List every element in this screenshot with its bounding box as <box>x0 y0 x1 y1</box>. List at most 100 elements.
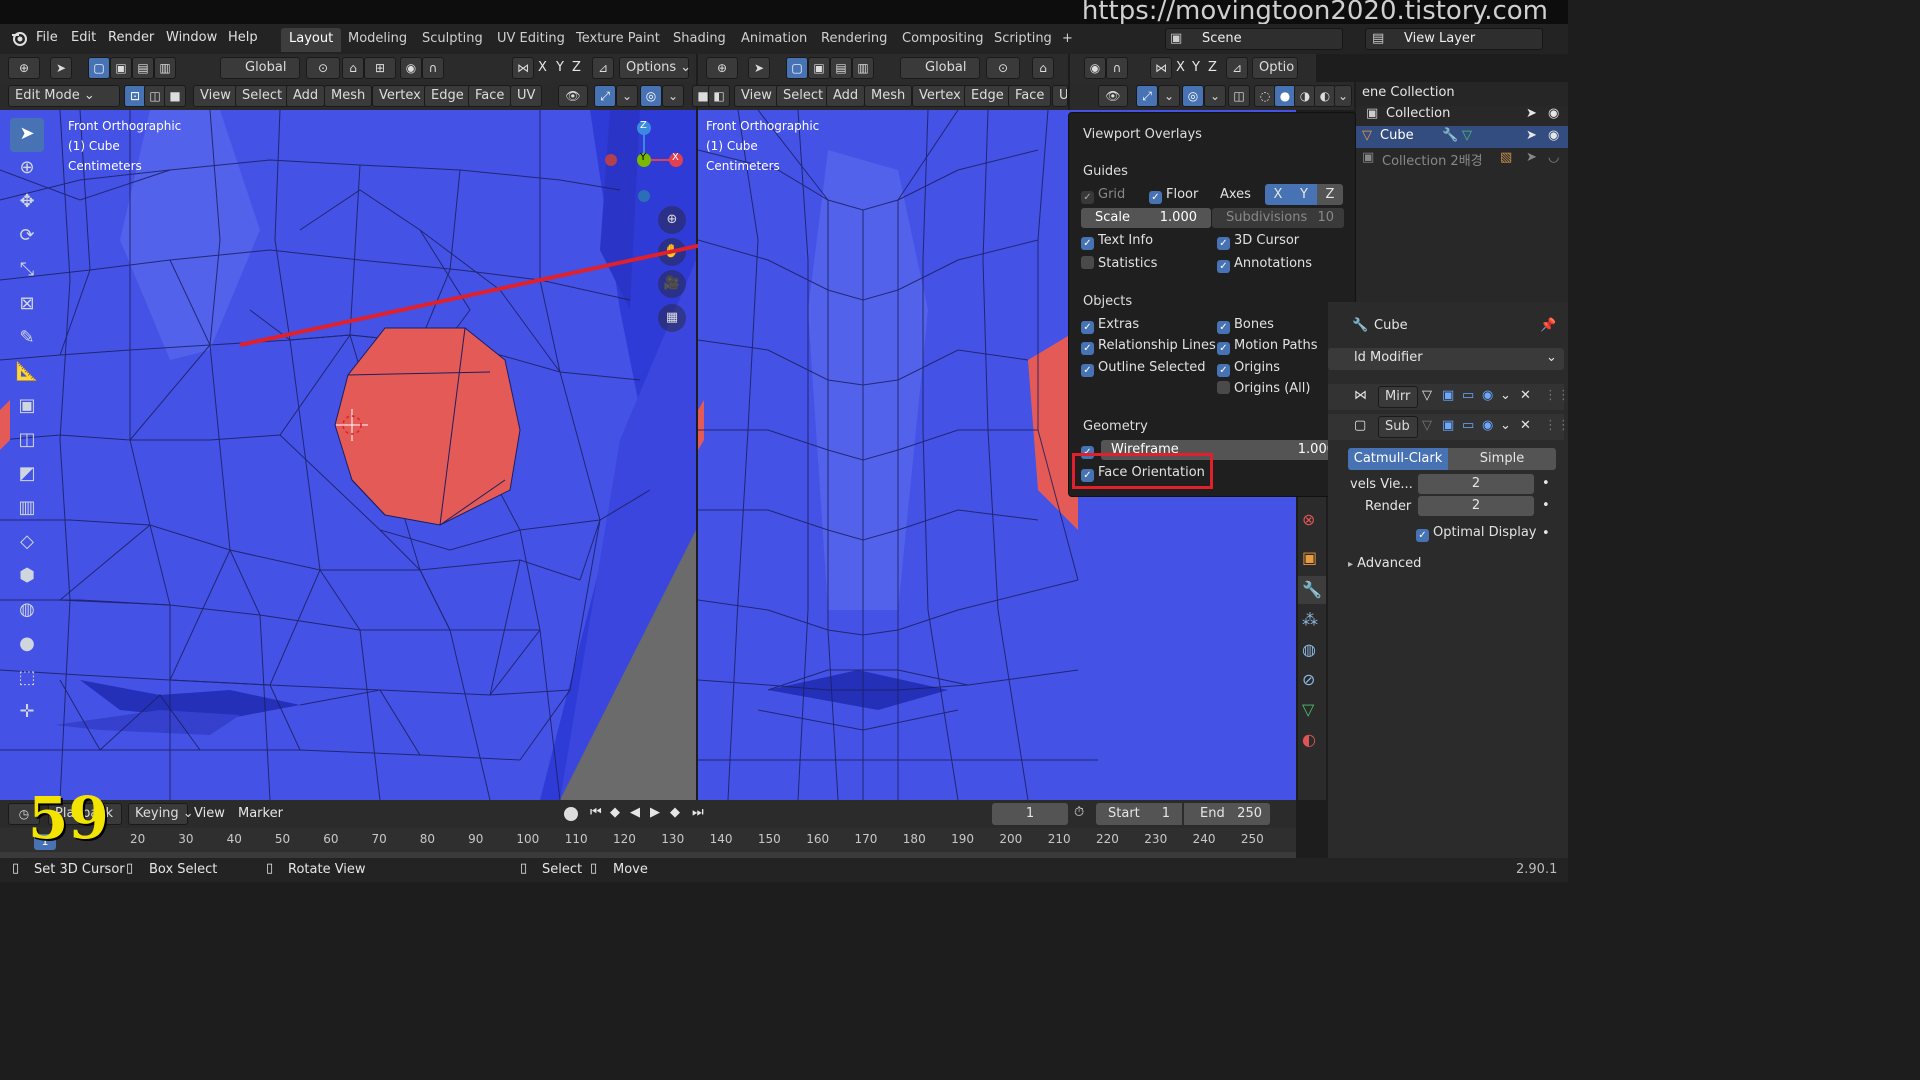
edit-mode-icon[interactable]: ▣ <box>1442 418 1454 433</box>
chevron-down-icon[interactable]: ⌄ <box>1500 418 1511 433</box>
cursor-3d-checkbox[interactable]: ✓ 3D Cursor <box>1217 233 1299 250</box>
menu-edit[interactable]: Edit <box>71 30 96 45</box>
navigation-gizmo[interactable]: Z Y X <box>600 118 690 218</box>
menu-vertex[interactable]: Vertex <box>912 85 968 107</box>
wireframe-shading-icon[interactable]: ◌ <box>1254 85 1276 107</box>
options-dropdown[interactable]: Optio <box>1252 57 1298 79</box>
mirror-z[interactable]: Z <box>572 60 581 75</box>
gizmo-dropdown-icon[interactable]: ⌄ <box>616 85 638 107</box>
material-shading-icon[interactable]: ◑ <box>1294 85 1316 107</box>
annotations-checkbox[interactable]: ✓ Annotations <box>1217 256 1312 273</box>
auto-merge-icon[interactable]: ⊿ <box>1226 57 1248 79</box>
simple-toggle[interactable]: Simple <box>1448 448 1556 470</box>
overlay-toggle-icon[interactable]: ◎ <box>1182 85 1204 107</box>
move-tool-icon[interactable]: ✥ <box>10 186 44 220</box>
select-invert-icon[interactable]: ▥ <box>852 57 874 79</box>
select-arrow-icon[interactable]: ➤ <box>1526 150 1537 165</box>
menu-face[interactable]: Face <box>1008 85 1052 107</box>
axis-x-toggle[interactable]: X <box>1265 184 1291 205</box>
extras-checkbox[interactable]: ✓ Extras <box>1081 317 1139 334</box>
mirror-y[interactable]: Y <box>556 60 564 75</box>
mirror-y[interactable]: Y <box>1192 60 1200 75</box>
measure-tool-icon[interactable]: 📐 <box>10 356 44 390</box>
menu-vertex[interactable]: Vertex <box>372 85 428 107</box>
eye-closed-icon[interactable]: ◡ <box>1548 150 1559 165</box>
face-select-alt-icon[interactable]: ◧ <box>708 85 730 107</box>
pivot-icon[interactable]: ⊙ <box>986 57 1020 79</box>
edge-select-icon[interactable]: ◫ <box>144 85 166 107</box>
eye-icon[interactable]: ◉ <box>1548 106 1559 121</box>
menu-uv[interactable]: UV <box>510 85 543 107</box>
select-arrow-icon[interactable]: ➤ <box>1526 106 1537 121</box>
render-levels-field[interactable]: 2 <box>1418 496 1534 516</box>
snap-icon[interactable]: ⌂ <box>1032 57 1054 79</box>
transform-tool-icon[interactable]: ⊠ <box>10 288 44 322</box>
data-tab-icon[interactable]: ▽ <box>1302 700 1314 719</box>
tab-scripting[interactable]: Scripting <box>986 28 1060 52</box>
subdivisions-field[interactable]: Subdivisions 10 <box>1212 208 1344 228</box>
render-icon[interactable]: ◉ <box>1482 418 1493 433</box>
mirror-x[interactable]: X <box>1176 60 1185 75</box>
tab-texture-paint[interactable]: Texture Paint <box>568 28 668 52</box>
menu-select[interactable]: Select <box>776 85 831 107</box>
falloff-icon[interactable]: ∩ <box>422 57 444 79</box>
menu-uv[interactable]: U <box>1052 85 1068 107</box>
select-arrow-icon[interactable]: ➤ <box>1526 128 1537 143</box>
transform-orientation-dropdown[interactable]: Global <box>220 57 300 79</box>
spin-tool-icon[interactable]: ◍ <box>10 594 44 628</box>
particles-tab-icon[interactable]: ⁂ <box>1302 610 1318 629</box>
keyframe-dot-icon[interactable]: • <box>1542 498 1550 513</box>
edit-mode-icon[interactable]: ▣ <box>1442 388 1454 403</box>
select-subtract-icon[interactable]: ▤ <box>132 57 154 79</box>
menu-add[interactable]: Add <box>286 85 326 107</box>
mirror-axis-icon[interactable]: ⋈ <box>512 57 534 79</box>
material-tab-icon[interactable]: ◐ <box>1302 730 1316 749</box>
add-modifier-dropdown[interactable]: ld Modifier ⌄ <box>1328 348 1564 370</box>
select-invert-icon[interactable]: ▥ <box>154 57 176 79</box>
gizmo-toggle-icon[interactable]: ⤢ <box>594 85 616 107</box>
tab-sculpting[interactable]: Sculpting <box>414 28 491 52</box>
options-dropdown[interactable]: Options ⌄ <box>619 57 691 79</box>
inset-tool-icon[interactable]: ◫ <box>10 424 44 458</box>
select-new-icon[interactable]: ▢ <box>786 57 808 79</box>
close-icon[interactable]: ✕ <box>1520 418 1531 433</box>
transform-orientation-dropdown[interactable]: Global <box>900 57 980 79</box>
realtime-icon[interactable]: ▭ <box>1462 388 1474 403</box>
annotate-tool-icon[interactable]: ✎ <box>10 322 44 356</box>
select-box-tool-icon[interactable]: ➤ <box>10 118 44 152</box>
subsurf-name-field[interactable]: Sub <box>1378 416 1418 438</box>
menu-face[interactable]: Face <box>468 85 512 107</box>
shrink-fatten-tool-icon[interactable]: ✛ <box>10 696 44 730</box>
keyframe-dot-icon[interactable]: • <box>1542 526 1550 541</box>
bones-checkbox[interactable]: ✓ Bones <box>1217 317 1274 334</box>
gizmo-dropdown-icon[interactable]: ⌄ <box>1158 85 1180 107</box>
proportional-edit-icon[interactable]: ◉ <box>1084 57 1106 79</box>
levels-viewport-field[interactable]: 2 <box>1418 474 1534 494</box>
rotate-tool-icon[interactable]: ⟳ <box>10 220 44 254</box>
chevron-down-icon[interactable]: ⌄ <box>1500 388 1511 403</box>
extrude-tool-icon[interactable]: ▣ <box>10 390 44 424</box>
select-subtract-icon[interactable]: ▤ <box>830 57 852 79</box>
origins-checkbox[interactable]: ✓ Origins <box>1217 360 1280 377</box>
edit-cage-icon[interactable]: ▽ <box>1422 418 1432 433</box>
menu-file[interactable]: File <box>36 30 58 45</box>
object-tab-icon[interactable]: ▣ <box>1302 548 1317 567</box>
poly-build-tool-icon[interactable]: ⬢ <box>10 560 44 594</box>
editor-type-icon[interactable]: ⊕ <box>706 57 738 79</box>
menu-window[interactable]: Window <box>166 30 217 45</box>
tab-animation[interactable]: Animation <box>733 28 815 52</box>
smooth-tool-icon[interactable]: ● <box>10 628 44 662</box>
axis-z-toggle[interactable]: Z <box>1317 184 1343 205</box>
vertex-select-icon[interactable]: ⊡ <box>124 85 146 107</box>
advanced-subpanel[interactable]: ▸ Advanced <box>1348 556 1421 571</box>
motion-paths-checkbox[interactable]: ✓ Motion Paths <box>1217 338 1318 355</box>
select-new-icon[interactable]: ▢ <box>88 57 110 79</box>
scene-selector[interactable]: Scene <box>1165 28 1343 50</box>
relationship-lines-checkbox[interactable]: ✓ Relationship Lines <box>1081 338 1216 355</box>
overlay-toggle-icon[interactable]: ◎ <box>640 85 662 107</box>
outliner-row-collection[interactable]: ▣ Collection ➤ ◉ <box>1356 104 1568 126</box>
outliner-row-collection-2[interactable]: ▣ Collection 2배경 ▧ ➤ ◡ <box>1356 148 1568 170</box>
outliner-row-cube[interactable]: ▽ Cube 🔧 ▽ ➤ ◉ <box>1356 126 1568 148</box>
tab-modeling[interactable]: Modeling <box>340 28 415 52</box>
render-icon[interactable]: ◉ <box>1482 388 1493 403</box>
